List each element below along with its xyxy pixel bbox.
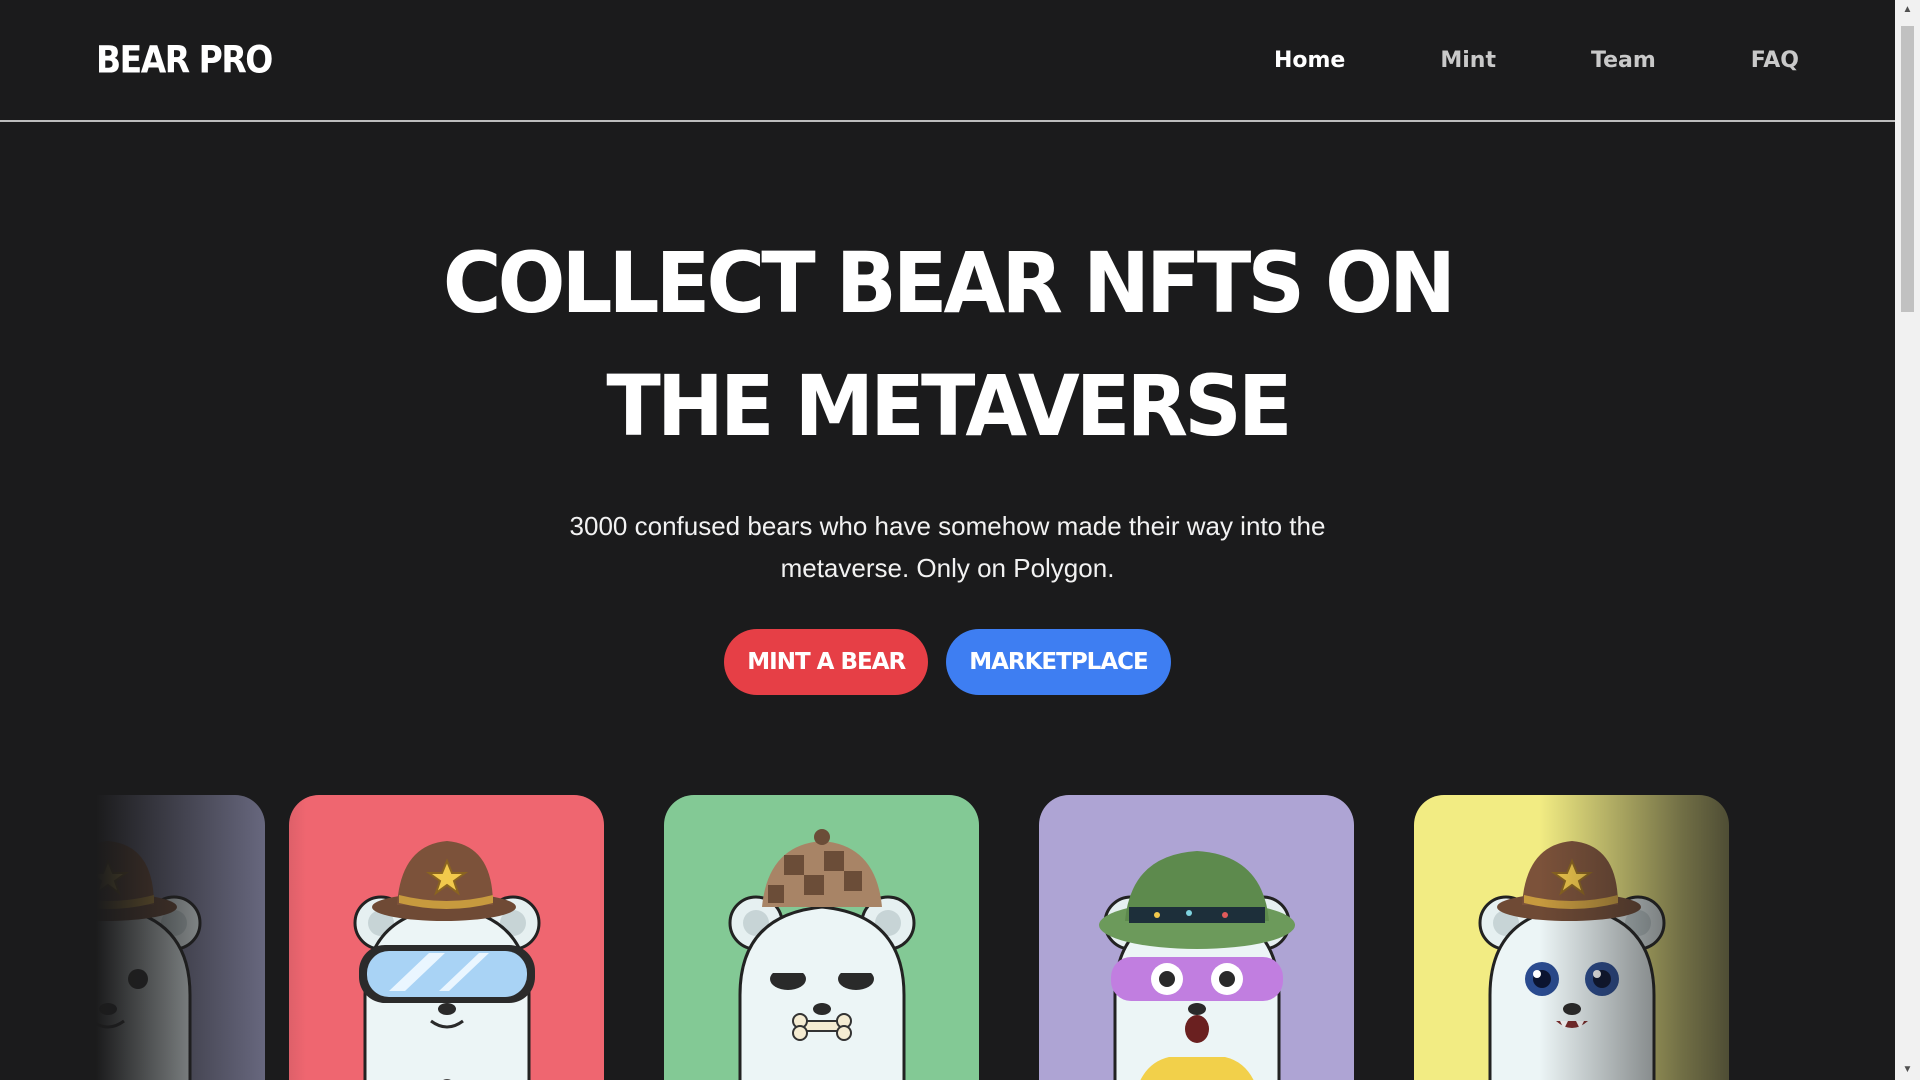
bear-card-cowboy-dark[interactable]: [96, 795, 265, 1080]
nav-home-link[interactable]: Home: [1274, 48, 1345, 73]
scroll-up-arrow-icon[interactable]: ▲: [1895, 0, 1920, 20]
hero-title-line-2: THE METAVERSE: [606, 357, 1292, 455]
hero-subtitle-line-2: metaverse. Only on Polygon.: [780, 553, 1115, 583]
bear-illustration-icon: [1478, 841, 1666, 1080]
page-scrollbar[interactable]: ▲ ▼: [1895, 0, 1920, 1080]
nav-mint-link[interactable]: Mint: [1440, 48, 1496, 73]
nav-faq-link[interactable]: FAQ: [1751, 48, 1799, 73]
bear-carousel: [96, 795, 1799, 1080]
scroll-thumb[interactable]: [1901, 26, 1914, 312]
page: BEAR PRO Home Mint Team FAQ COLLECT BEAR…: [0, 0, 1895, 1080]
nav-team-link[interactable]: Team: [1591, 48, 1656, 73]
scroll-down-arrow-icon[interactable]: ▼: [1895, 1060, 1920, 1080]
hero-subtitle-line-1: 3000 confused bears who have somehow mad…: [569, 511, 1326, 541]
bear-card-detective[interactable]: [664, 795, 979, 1080]
hero-title-line-1: COLLECT BEAR NFTS ON: [442, 234, 1456, 332]
cta-buttons: MINT A BEAR MARKETPLACE: [0, 629, 1895, 695]
bear-illustration-icon: [96, 841, 202, 1080]
bear-illustration-icon: [1099, 851, 1295, 1080]
bear-illustration-icon: [353, 841, 541, 1080]
main-nav: Home Mint Team FAQ: [1179, 48, 1799, 73]
bear-illustration-icon: [728, 829, 916, 1080]
bear-card-sheriff[interactable]: [1414, 795, 1729, 1080]
marketplace-button[interactable]: MARKETPLACE: [946, 629, 1171, 695]
mint-a-bear-button[interactable]: MINT A BEAR: [724, 629, 929, 695]
bear-card-goggles[interactable]: [289, 795, 604, 1080]
bear-card-bucket-hat[interactable]: [1039, 795, 1354, 1080]
site-header: BEAR PRO Home Mint Team FAQ: [0, 0, 1895, 122]
brand-logo[interactable]: BEAR PRO: [96, 38, 273, 82]
hero-title: COLLECT BEAR NFTS ON THE METAVERSE: [47, 222, 1847, 468]
hero-subtitle: 3000 confused bears who have somehow mad…: [535, 505, 1360, 589]
